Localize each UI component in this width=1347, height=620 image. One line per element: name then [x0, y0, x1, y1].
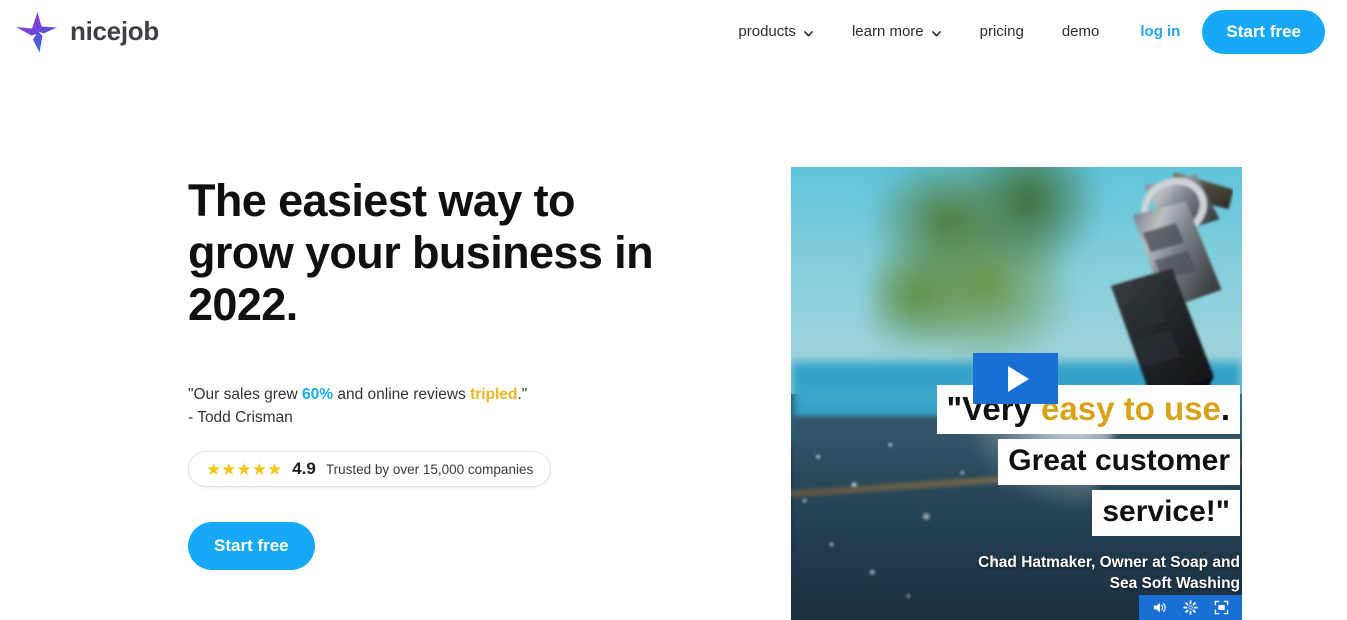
nicejob-star-logo-icon — [12, 9, 60, 55]
attribution-line-1: Chad Hatmaker, Owner at Soap and — [978, 554, 1240, 571]
video-attribution: Chad Hatmaker, Owner at Soap and Sea Sof… — [910, 552, 1240, 594]
site-header: nicejob products learn more pricing demo… — [0, 0, 1347, 71]
caption-period: . — [1220, 390, 1230, 427]
quote-highlight: tripled — [470, 386, 518, 403]
play-triangle-icon — [1007, 365, 1029, 392]
nav-item-learn-more[interactable]: learn more — [833, 23, 961, 40]
attribution-line-2: Sea Soft Washing — [1109, 575, 1240, 592]
play-button[interactable] — [973, 353, 1058, 404]
login-link[interactable]: log in — [1118, 23, 1202, 40]
chevron-down-icon — [931, 26, 942, 37]
customer-quote: "Our sales grew 60% and online reviews t… — [188, 383, 748, 429]
caption-gold-part: easy to use — [1031, 390, 1221, 427]
hero-section: The easiest way to grow your business in… — [0, 63, 1347, 620]
trust-rating-badge: ★★★★★ 4.9 Trusted by over 15,000 compani… — [188, 451, 552, 487]
quote-middle: and online reviews — [333, 386, 471, 403]
video-caption-line-3: service!" — [1092, 490, 1240, 536]
main-navigation: products learn more pricing demo log in … — [719, 9, 1325, 54]
quote-prefix: "Our sales grew — [188, 386, 303, 403]
nav-label: demo — [1061, 23, 1100, 40]
video-controls-bar — [1139, 595, 1242, 620]
quote-metric: 60% — [302, 386, 334, 403]
nav-item-demo[interactable]: demo — [1043, 23, 1119, 40]
quote-author: - Todd Crisman — [188, 409, 293, 426]
rating-description: Trusted by over 15,000 companies — [325, 461, 534, 477]
video-player[interactable]: "Very easy to use. Great customer servic… — [791, 167, 1242, 620]
hero-start-free-button[interactable]: Start free — [188, 522, 315, 570]
volume-icon[interactable] — [1152, 600, 1167, 615]
chevron-down-icon — [803, 26, 814, 37]
brand-logo-link[interactable]: nicejob — [12, 9, 159, 55]
header-start-free-button[interactable]: Start free — [1202, 9, 1325, 54]
hero-content: The easiest way to grow your business in… — [188, 175, 748, 570]
nav-label: products — [738, 23, 796, 40]
settings-gear-icon[interactable] — [1183, 600, 1198, 615]
brand-name: nicejob — [70, 16, 159, 46]
quote-line: "Our sales grew 60% and online reviews t… — [188, 383, 748, 406]
rating-score: 4.9 — [292, 459, 316, 478]
fullscreen-icon[interactable] — [1214, 600, 1229, 615]
nav-label: learn more — [851, 23, 924, 40]
nav-item-pricing[interactable]: pricing — [961, 23, 1043, 40]
video-caption-line-2: Great customer — [998, 439, 1240, 485]
page-title: The easiest way to grow your business in… — [188, 175, 654, 330]
quote-suffix: ." — [517, 386, 528, 403]
nav-item-products[interactable]: products — [719, 23, 833, 40]
star-rating-icon: ★★★★★ — [206, 459, 283, 479]
nav-label: pricing — [979, 23, 1024, 40]
